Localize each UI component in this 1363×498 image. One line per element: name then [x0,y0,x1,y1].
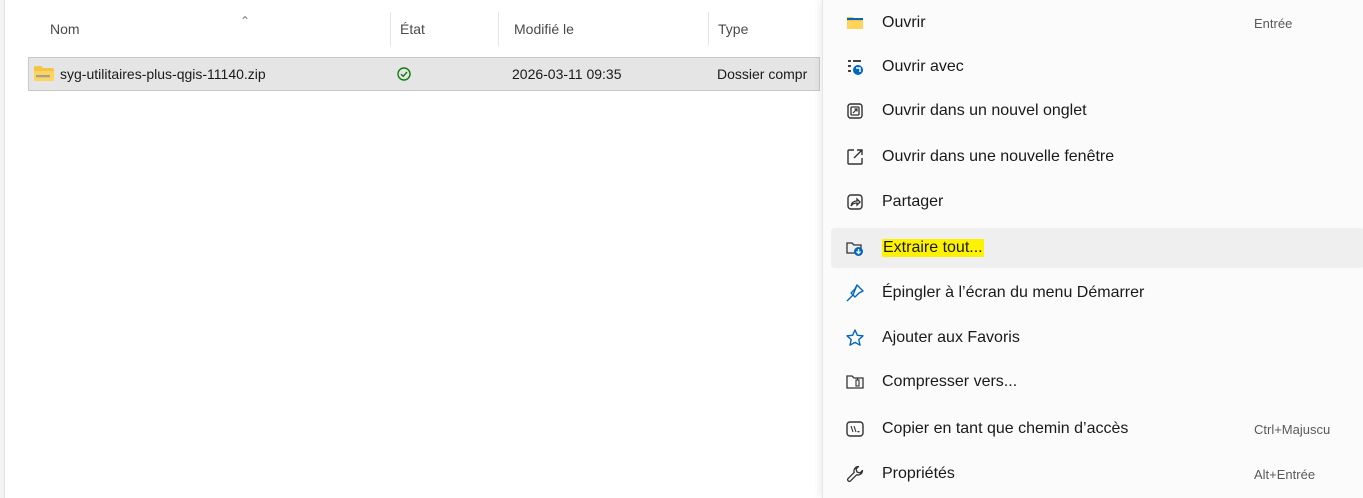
zip-folder-icon [34,66,54,81]
menu-item-add-favorites[interactable]: Ajouter aux Favoris [831,318,1363,358]
menu-item-label: Ouvrir dans une nouvelle fenêtre [882,148,1115,165]
menu-item-pin-start[interactable]: Épingler à l’écran du menu Démarrer [831,273,1363,313]
menu-item-shortcut: Entrée [1254,15,1293,31]
menu-item-open-new-window[interactable]: Ouvrir dans une nouvelle fenêtre [831,137,1363,177]
column-header-modified-label: Modifié le [514,21,574,37]
file-type: Dossier compr [717,66,808,82]
extract-icon [846,242,863,256]
new-tab-icon [847,103,863,119]
menu-item-label: Extraire tout... [882,239,984,257]
context-menu: Ouvrir Entrée Ouvrir avec Ouvrir dans un… [822,0,1363,498]
menu-item-label: Propriétés [882,465,955,482]
folder-icon [847,17,863,29]
menu-item-label: Épingler à l’écran du menu Démarrer [882,284,1145,301]
menu-item-label: Ouvrir avec [882,58,964,75]
menu-item-label: Ouvrir [882,14,926,31]
menu-item-open[interactable]: Ouvrir Entrée [831,3,1363,43]
column-header-status[interactable]: État [384,12,498,46]
menu-item-shortcut: Ctrl+Majuscu [1254,421,1331,437]
table-row[interactable]: syg-utilitaires-plus-qgis-11140.zip 2026… [28,57,820,91]
open-with-icon [848,60,863,75]
share-icon [847,194,863,210]
menu-item-label: Ajouter aux Favoris [882,329,1020,346]
column-header-type-label: Type [718,21,749,37]
window-left-edge [0,0,5,498]
star-icon [846,329,864,346]
column-header-type[interactable]: Type [702,12,822,46]
menu-item-label: Compresser vers... [882,373,1018,390]
menu-item-extract-all[interactable]: Extraire tout... [831,228,1363,268]
menu-item-copy-path[interactable]: Copier en tant que chemin d’accès Ctrl+M… [831,409,1363,449]
new-window-icon [847,149,863,165]
wrench-icon [847,465,864,482]
menu-item-label: Ouvrir dans un nouvel onglet [882,102,1087,119]
menu-item-share[interactable]: Partager [831,182,1363,222]
menu-item-label: Partager [882,193,944,210]
column-header-name[interactable]: Nom ⌃ [34,12,390,46]
column-header-name-label: Nom [50,21,80,37]
menu-item-properties[interactable]: Propriétés Alt+Entrée [831,454,1363,494]
copy-path-icon [846,421,864,437]
menu-item-shortcut: Alt+Entrée [1254,466,1316,482]
menu-item-label: Copier en tant que chemin d’accès [882,420,1129,437]
menu-item-open-new-tab[interactable]: Ouvrir dans un nouvel onglet [831,91,1363,131]
column-header-status-label: État [400,21,425,37]
sort-ascending-icon: ⌃ [240,14,251,28]
pin-icon [846,284,864,302]
menu-item-compress[interactable]: Compresser vers... [831,362,1363,402]
compress-icon [846,375,864,389]
file-modified: 2026-03-11 09:35 [512,66,622,82]
column-header-modified[interactable]: Modifié le [498,12,708,46]
sync-check-icon [397,58,427,90]
file-name: syg-utilitaires-plus-qgis-11140.zip [60,66,266,82]
menu-item-open-with[interactable]: Ouvrir avec [831,47,1363,87]
